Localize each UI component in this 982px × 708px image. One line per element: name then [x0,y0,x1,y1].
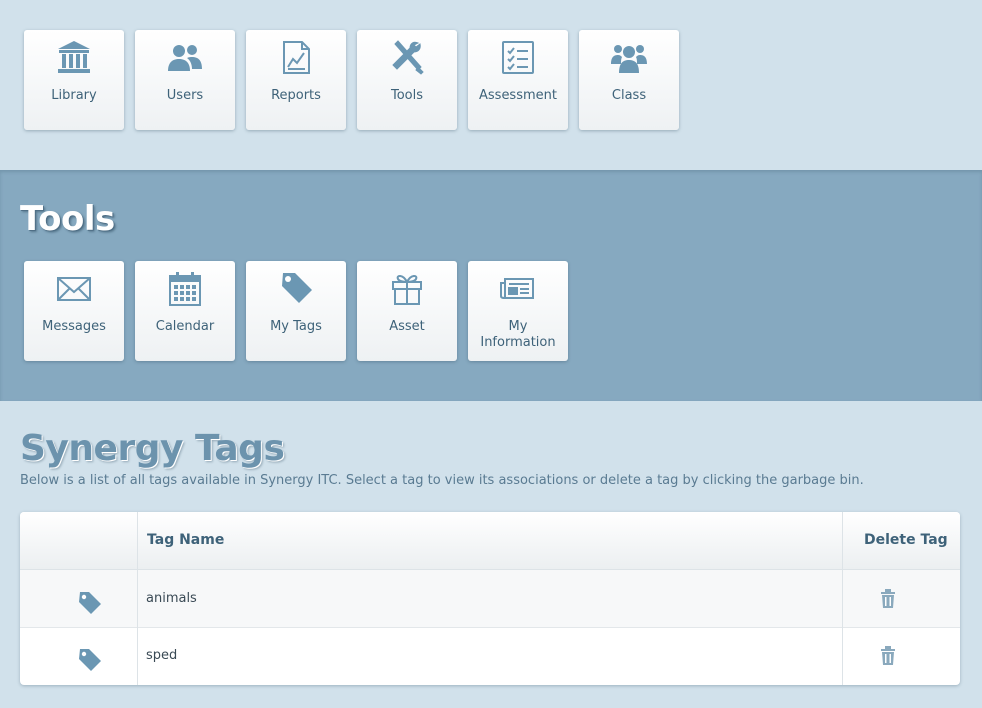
column-header-tag-name[interactable]: Tag Name [147,512,224,569]
tag-icon [77,647,103,673]
nav-label-class: Class [611,88,647,103]
nav-label-library: Library [51,88,97,103]
nav-label-assessment: Assessment [479,88,557,103]
users-icon [165,40,205,76]
nav-tile-users[interactable]: Users [135,30,235,130]
nav-tile-class[interactable]: Class [579,30,679,130]
nav-tile-assessment[interactable]: Assessment [468,30,568,130]
tool-label-my-tags: My Tags [270,319,322,334]
tools-icon [387,40,427,76]
nav-label-reports: Reports [271,88,321,103]
column-divider [137,512,138,685]
nav-tile-tools[interactable]: Tools [357,30,457,130]
trash-icon[interactable] [880,646,896,666]
nav-tile-reports[interactable]: Reports [246,30,346,130]
tags-description: Below is a list of all tags available in… [20,473,864,488]
tool-label-my-information-line2: Information [480,335,556,350]
table-row[interactable]: animals [20,570,960,628]
tool-tile-my-information[interactable]: My Information [468,261,568,361]
tool-tile-my-tags[interactable]: My Tags [246,261,346,361]
envelope-icon [54,271,94,307]
trash-icon[interactable] [880,589,896,609]
main-nav-section: Library Users Reports Tools Assessment C… [0,0,982,170]
tag-name-cell[interactable]: sped [146,627,177,684]
nav-tile-library[interactable]: Library [24,30,124,130]
tags-table-header: Tag Name Delete Tag [20,512,960,570]
tools-title: Tools [20,199,115,239]
tag-icon [77,590,103,616]
tool-label-calendar: Calendar [155,319,215,334]
tags-table: Tag Name Delete Tag animals sped [20,512,960,685]
tool-tile-asset[interactable]: Asset [357,261,457,361]
tag-name-cell[interactable]: animals [146,570,197,627]
tool-label-my-information-line1: My [508,319,528,334]
tool-label-my-information: My Information [472,319,564,351]
tag-icon [276,271,316,307]
tool-label-asset: Asset [389,319,425,334]
gift-icon [387,271,427,307]
tool-tile-messages[interactable]: Messages [24,261,124,361]
assessment-icon [498,40,538,76]
reports-icon [276,40,316,76]
class-icon [609,40,649,76]
newspaper-icon [498,271,538,307]
column-header-delete-tag[interactable]: Delete Tag [864,512,948,569]
column-divider [842,512,843,685]
library-icon [54,40,94,76]
nav-label-users: Users [166,88,204,103]
tool-tile-calendar[interactable]: Calendar [135,261,235,361]
table-row[interactable]: sped [20,627,960,684]
tool-label-messages: Messages [42,319,106,334]
calendar-icon [165,271,205,307]
tags-title: Synergy Tags [20,428,285,469]
nav-label-tools: Tools [390,88,424,103]
